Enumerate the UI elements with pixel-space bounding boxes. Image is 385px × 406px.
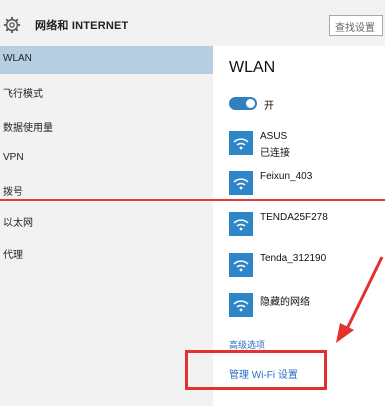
wifi-icon bbox=[229, 131, 253, 155]
gear-icon bbox=[3, 16, 21, 34]
window-title: 网络和 INTERNET bbox=[35, 20, 129, 32]
annotation-arrow-icon bbox=[336, 256, 384, 343]
wifi-icon bbox=[229, 253, 253, 277]
network-item-tenda25f278[interactable]: TENDA25F278 bbox=[229, 212, 385, 246]
network-name: TENDA25F278 bbox=[260, 212, 328, 223]
network-name: 隐藏的网络 bbox=[260, 297, 310, 308]
sidebar-item-wlan[interactable]: WLAN bbox=[0, 46, 213, 74]
toggle-state-label: 开 bbox=[264, 101, 274, 112]
sidebar-item-proxy[interactable]: 代理 bbox=[0, 239, 213, 267]
network-name: Tenda_312190 bbox=[260, 253, 327, 264]
wifi-icon bbox=[229, 171, 253, 195]
sidebar: WLAN 飞行模式 数据使用量 VPN 拨号 以太网 代理 bbox=[0, 46, 213, 406]
page-title: WLAN bbox=[229, 59, 276, 76]
toggle-knob bbox=[246, 99, 255, 108]
network-status: 已连接 bbox=[260, 148, 290, 159]
wifi-icon bbox=[229, 293, 253, 317]
annotation-divider-line bbox=[0, 199, 385, 201]
title-bar: 网络和 INTERNET 查找设置 bbox=[0, 0, 385, 46]
network-name: ASUS bbox=[260, 131, 288, 142]
sidebar-item-vpn[interactable]: VPN bbox=[0, 145, 213, 173]
settings-window: 网络和 INTERNET 查找设置 WLAN 飞行模式 数据使用量 VPN 拨号… bbox=[0, 0, 385, 406]
sidebar-item-airplane-mode[interactable]: 飞行模式 bbox=[0, 78, 213, 106]
sidebar-item-ethernet[interactable]: 以太网 bbox=[0, 207, 213, 235]
annotation-highlight-box bbox=[185, 350, 327, 390]
wifi-icon bbox=[229, 212, 253, 236]
network-name: Feixun_403 bbox=[260, 171, 313, 182]
network-item-asus[interactable]: ASUS 已连接 bbox=[229, 131, 385, 165]
sidebar-item-data-usage[interactable]: 数据使用量 bbox=[0, 112, 213, 140]
search-input[interactable]: 查找设置 bbox=[329, 15, 383, 36]
wlan-toggle[interactable] bbox=[229, 97, 257, 110]
